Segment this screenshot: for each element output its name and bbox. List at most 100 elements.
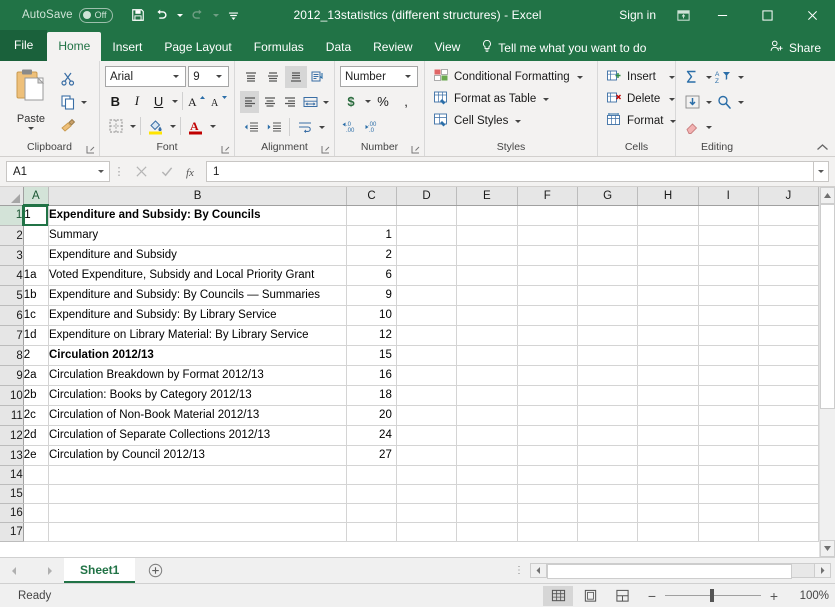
cell-F11[interactable] [517,405,578,426]
align-bottom-icon[interactable] [285,66,307,88]
cell-E16[interactable] [456,503,518,523]
cell-C14[interactable] [346,465,397,485]
scroll-right-icon[interactable] [814,563,831,578]
cell-G14[interactable] [577,465,639,485]
column-header-a[interactable]: A [23,187,49,206]
cell-H5[interactable] [637,285,699,306]
cell-B17[interactable] [48,522,348,542]
cell-E9[interactable] [456,365,518,386]
cell-H10[interactable] [637,385,699,406]
cell-B8[interactable]: Circulation 2012/13 [48,345,348,366]
autosave-switch[interactable]: Off [78,7,113,23]
cell-D17[interactable] [396,522,458,542]
column-header-f[interactable]: F [517,187,578,206]
row-header-16[interactable]: 16 [0,503,24,523]
cell-B12[interactable]: Circulation of Separate Collections 2012… [48,425,348,446]
cell-J15[interactable] [758,484,819,504]
cell-C11[interactable]: 20 [346,405,397,426]
cell-E11[interactable] [456,405,518,426]
ribbon-display-options-icon[interactable] [666,0,700,30]
row-header-11[interactable]: 11 [0,405,24,426]
cell-D11[interactable] [396,405,458,426]
tab-bar-splitter[interactable]: ⋮ [508,558,530,583]
cell-E17[interactable] [456,522,518,542]
redo-dropdown-icon[interactable] [211,4,221,26]
column-header-e[interactable]: E [456,187,518,206]
cell-D13[interactable] [396,445,458,466]
zoom-level-label[interactable]: 100% [787,590,829,602]
cell-C3[interactable]: 2 [346,245,397,266]
cell-F14[interactable] [517,465,578,485]
cell-I8[interactable] [698,345,759,366]
cell-G12[interactable] [577,425,639,446]
cell-E12[interactable] [456,425,518,446]
maximize-icon[interactable] [745,0,790,30]
cell-D3[interactable] [396,245,458,266]
cell-F6[interactable] [517,305,578,326]
increase-indent-icon[interactable] [263,116,285,138]
cell-H17[interactable] [637,522,699,542]
cell-C13[interactable]: 27 [346,445,397,466]
bold-button[interactable]: B [105,90,126,112]
cell-D2[interactable] [396,225,458,246]
cell-H12[interactable] [637,425,699,446]
cell-F4[interactable] [517,265,578,286]
column-header-c[interactable]: C [346,187,397,206]
insert-cells-dropdown-icon[interactable] [668,75,675,79]
number-format-combo[interactable]: Number [340,66,418,87]
cancel-x-icon[interactable] [128,161,154,182]
cell-B4[interactable]: Voted Expenditure, Subsidy and Local Pri… [48,265,348,286]
cell-A3[interactable] [23,245,49,266]
font-name-dropdown-icon[interactable] [169,75,183,78]
column-header-d[interactable]: D [396,187,458,206]
cell-A9[interactable]: 2a [23,365,49,386]
cell-A8[interactable]: 2 [23,345,49,366]
underline-dropdown-icon[interactable] [171,99,178,103]
cell-C9[interactable]: 16 [346,365,397,386]
cell-G6[interactable] [577,305,639,326]
percent-format-button[interactable]: % [372,90,394,112]
expand-formula-bar-icon[interactable] [813,161,829,182]
cell-G10[interactable] [577,385,639,406]
merge-and-center-icon[interactable] [301,91,320,113]
cell-H1[interactable] [637,205,699,226]
comma-format-button[interactable]: , [395,90,417,112]
cell-C7[interactable]: 12 [346,325,397,346]
alignment-dialog-launcher[interactable] [321,145,330,154]
cell-I13[interactable] [698,445,759,466]
find-and-select-magnifier-icon[interactable] [713,91,735,113]
delete-cells-button[interactable]: Delete [603,88,676,110]
row-header-5[interactable]: 5 [0,285,24,306]
cell-I10[interactable] [698,385,759,406]
collapse-ribbon-chevron-icon[interactable] [815,140,829,154]
align-left-icon[interactable] [240,91,260,113]
cell-A15[interactable] [23,484,49,504]
cell-D15[interactable] [396,484,458,504]
cell-A4[interactable]: 1a [23,265,49,286]
align-top-icon[interactable] [240,66,262,88]
cell-F8[interactable] [517,345,578,366]
tab-view[interactable]: View [424,34,472,61]
autosave-toggle[interactable]: AutoSave Off [22,7,113,23]
row-header-1[interactable]: 1 [0,205,25,226]
wrap-text-dropdown-icon[interactable] [319,125,325,129]
horizontal-scroll-thumb[interactable] [547,564,792,579]
column-header-h[interactable]: H [637,187,699,206]
sheet-tab-sheet1[interactable]: Sheet1 [64,558,136,583]
cell-H3[interactable] [637,245,699,266]
fill-color-icon[interactable] [145,115,167,137]
font-dialog-launcher[interactable] [221,145,230,154]
cell-I4[interactable] [698,265,759,286]
delete-cells-dropdown-icon[interactable] [669,97,676,101]
cell-G2[interactable] [577,225,639,246]
decrease-indent-icon[interactable] [240,116,262,138]
cell-J12[interactable] [758,425,819,446]
redo-icon[interactable] [187,4,209,26]
fx-insert-function-icon[interactable]: fx [180,161,206,182]
cell-C2[interactable]: 1 [346,225,397,246]
cell-B1[interactable]: Expenditure and Subsidy: By Councils [48,205,348,226]
cell-I9[interactable] [698,365,759,386]
column-header-i[interactable]: I [698,187,759,206]
page-break-preview-icon[interactable] [607,586,637,606]
clear-eraser-icon[interactable] [681,116,703,138]
